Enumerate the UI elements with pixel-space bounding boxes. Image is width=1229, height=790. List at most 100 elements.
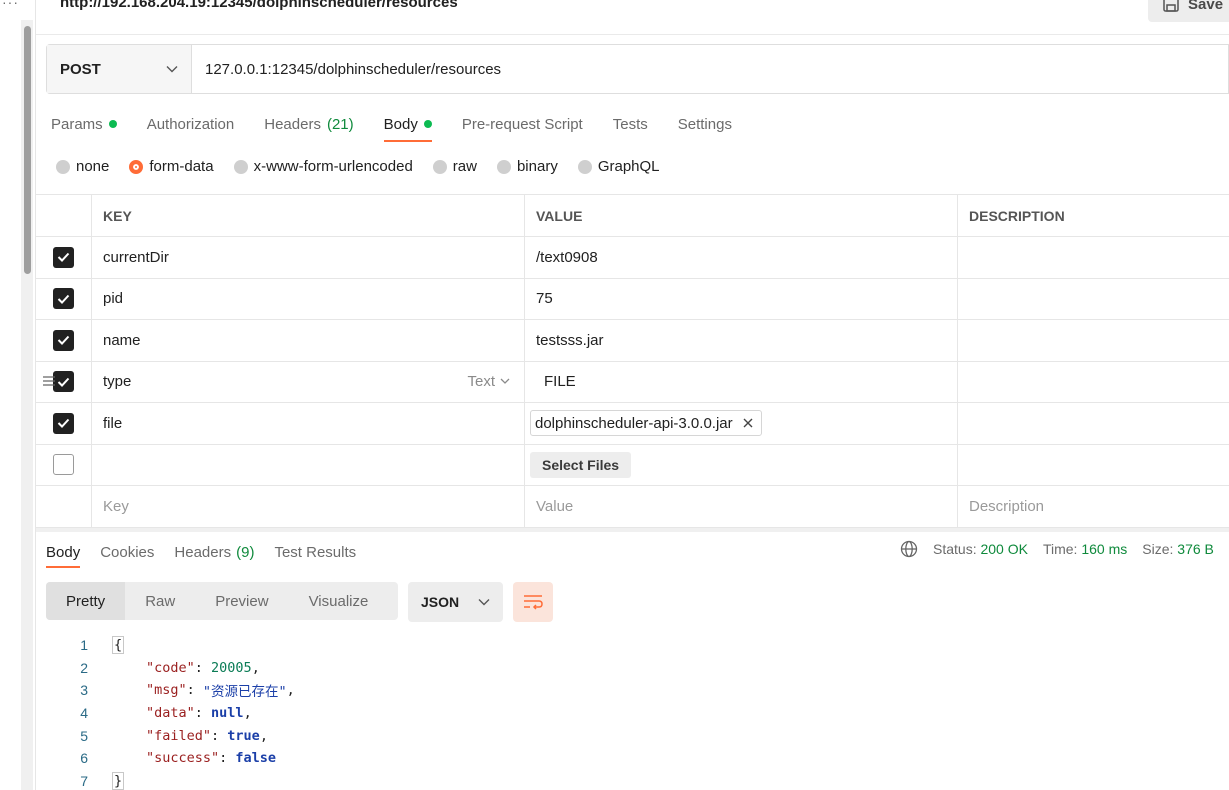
key-cell[interactable]: type Text bbox=[92, 361, 525, 402]
radio-binary[interactable]: binary bbox=[496, 158, 558, 175]
scrollbar-thumb[interactable] bbox=[24, 26, 31, 274]
tab-settings[interactable]: Settings bbox=[678, 110, 732, 138]
description-cell[interactable] bbox=[958, 445, 1229, 486]
radio-none[interactable]: none bbox=[56, 158, 109, 175]
globe-icon[interactable] bbox=[900, 540, 918, 558]
chevron-down-icon bbox=[500, 378, 510, 384]
json-value: true bbox=[227, 727, 260, 744]
table-header: KEY VALUE DESCRIPTION bbox=[36, 195, 1229, 237]
tab-body[interactable]: Body bbox=[383, 110, 433, 142]
value-input[interactable]: Value bbox=[525, 486, 958, 527]
tab-label: Params bbox=[51, 115, 103, 133]
radio-x-www-form-urlencoded[interactable]: x-www-form-urlencoded bbox=[233, 158, 413, 175]
radio-raw[interactable]: raw bbox=[432, 158, 477, 175]
view-visualize[interactable]: Visualize bbox=[289, 582, 389, 620]
description-input[interactable]: Description bbox=[958, 486, 1229, 527]
row-checkbox[interactable] bbox=[53, 246, 74, 268]
key-type-label: Text bbox=[467, 372, 495, 390]
radio-label: GraphQL bbox=[597, 158, 660, 175]
size-label: Size: bbox=[1142, 541, 1174, 557]
json-brace: } bbox=[112, 771, 125, 790]
radio-graphql[interactable]: GraphQL bbox=[577, 158, 660, 175]
drag-handle-icon[interactable] bbox=[42, 375, 56, 387]
row-checkbox-cell bbox=[36, 278, 92, 319]
code-line: 5 "failed": true, bbox=[60, 724, 295, 747]
format-select[interactable]: JSON bbox=[408, 582, 503, 622]
radio-label: x-www-form-urlencoded bbox=[253, 158, 413, 175]
save-button[interactable]: Save bbox=[1148, 0, 1229, 22]
row-checkbox[interactable] bbox=[53, 371, 74, 393]
value-cell[interactable]: 75 bbox=[525, 278, 958, 319]
response-tab-headers[interactable]: Headers (9) bbox=[174, 538, 254, 566]
radio-selected-icon bbox=[129, 159, 144, 174]
select-files-button[interactable]: Select Files bbox=[530, 451, 632, 478]
size-value: 376 B bbox=[1177, 541, 1214, 557]
radio-form-data[interactable]: form-data bbox=[129, 158, 214, 175]
json-brace: { bbox=[112, 636, 125, 655]
tab-label: Authorization bbox=[146, 115, 235, 133]
tab-label: Tests bbox=[612, 115, 648, 133]
response-divider[interactable] bbox=[36, 528, 1229, 532]
value-cell[interactable]: /text0908 bbox=[525, 237, 958, 278]
view-raw[interactable]: Raw bbox=[125, 582, 195, 620]
line-number: 5 bbox=[80, 727, 88, 744]
more-icon[interactable]: ··· bbox=[2, 0, 19, 10]
value-cell[interactable]: FILE bbox=[525, 361, 958, 402]
size[interactable]: Size: 376 B bbox=[1142, 541, 1214, 557]
json-value: 20005 bbox=[211, 659, 252, 676]
code-line: 7} bbox=[60, 770, 295, 790]
method-select[interactable]: POST bbox=[47, 45, 192, 93]
description-cell[interactable] bbox=[958, 279, 1229, 320]
url-input[interactable]: 127.0.0.1:12345/dolphinscheduler/resourc… bbox=[192, 45, 1228, 93]
key-input[interactable]: Key bbox=[92, 486, 525, 527]
description-cell[interactable] bbox=[958, 403, 1229, 444]
response-tab-body[interactable]: Body bbox=[46, 538, 81, 568]
key-cell[interactable] bbox=[92, 444, 525, 485]
description-cell[interactable] bbox=[958, 320, 1229, 361]
tab-params[interactable]: Params bbox=[51, 110, 117, 138]
row-checkbox[interactable] bbox=[53, 454, 74, 476]
status[interactable]: Status: 200 OK bbox=[933, 541, 1028, 557]
header-checkbox-cell bbox=[36, 195, 92, 236]
row-checkbox-cell bbox=[36, 320, 92, 361]
key-cell[interactable]: currentDir bbox=[92, 237, 525, 278]
request-title: http://192.168.204.19:12345/dolphinsched… bbox=[60, 0, 458, 11]
view-mode-toggle: Pretty Raw Preview Visualize bbox=[46, 582, 398, 620]
line-number: 6 bbox=[80, 750, 88, 767]
time[interactable]: Time: 160 ms bbox=[1043, 541, 1127, 557]
check-icon bbox=[57, 294, 70, 304]
format-label: JSON bbox=[421, 594, 460, 610]
view-pretty[interactable]: Pretty bbox=[46, 582, 126, 620]
key-cell[interactable]: name bbox=[92, 320, 525, 361]
description-cell[interactable] bbox=[958, 362, 1229, 403]
tab-count: (9) bbox=[236, 543, 255, 561]
tab-tests[interactable]: Tests bbox=[613, 110, 648, 138]
save-label: Save bbox=[1188, 0, 1224, 13]
table-row-new: Key Value Description bbox=[36, 486, 1229, 528]
row-checkbox[interactable] bbox=[53, 329, 74, 351]
key-cell[interactable]: file bbox=[92, 403, 525, 444]
close-icon[interactable] bbox=[743, 418, 753, 428]
response-tab-cookies[interactable]: Cookies bbox=[100, 538, 154, 566]
tab-pre-request-script[interactable]: Pre-request Script bbox=[462, 110, 583, 138]
wrap-lines-button[interactable] bbox=[513, 582, 553, 622]
row-checkbox-cell bbox=[36, 444, 92, 485]
key-cell[interactable]: pid bbox=[92, 278, 525, 319]
table-row: Select Files bbox=[36, 444, 1229, 486]
response-tab-test-results[interactable]: Test Results bbox=[274, 538, 356, 566]
key-type-select[interactable]: Text bbox=[467, 373, 510, 390]
tab-authorization[interactable]: Authorization bbox=[147, 110, 235, 138]
row-checkbox[interactable] bbox=[53, 288, 74, 310]
json-key: "msg" bbox=[146, 682, 187, 699]
value-cell[interactable]: testsss.jar bbox=[525, 320, 958, 361]
view-preview[interactable]: Preview bbox=[195, 582, 288, 620]
tab-label: Body bbox=[383, 115, 418, 133]
description-cell[interactable] bbox=[958, 237, 1229, 278]
wrap-icon bbox=[524, 595, 543, 610]
tab-headers[interactable]: Headers (21) bbox=[264, 110, 353, 138]
form-data-table: KEY VALUE DESCRIPTION currentDir /text09… bbox=[36, 194, 1229, 528]
radio-icon bbox=[577, 159, 592, 174]
value-text: FILE bbox=[544, 373, 576, 391]
row-checkbox[interactable] bbox=[53, 412, 74, 434]
radio-label: form-data bbox=[149, 158, 214, 175]
